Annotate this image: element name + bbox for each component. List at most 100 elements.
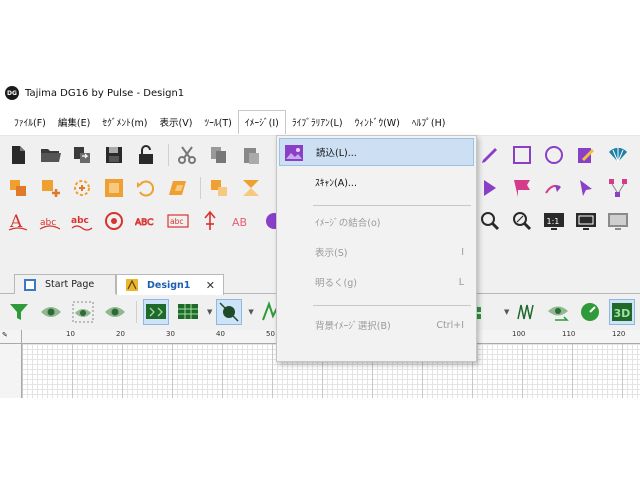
flag-icon[interactable]: [510, 176, 534, 200]
ruler-tick-label: 10: [66, 330, 75, 338]
menu-item-show[interactable]: 表示(S) I: [279, 238, 474, 266]
text-a-icon[interactable]: A: [6, 209, 30, 233]
select-icon[interactable]: [102, 176, 126, 200]
chevron-down-icon[interactable]: ▼: [504, 308, 509, 316]
new-file-icon[interactable]: [6, 143, 30, 167]
speed-icon[interactable]: [577, 299, 603, 325]
svg-text:3D: 3D: [614, 307, 631, 320]
ruler-tick-label: 40: [216, 330, 225, 338]
start-page-icon: [24, 278, 36, 291]
chevron-down-icon[interactable]: ▼: [207, 308, 212, 316]
add-icon[interactable]: [38, 176, 62, 200]
circle-icon[interactable]: [542, 143, 566, 167]
zoom-in-icon[interactable]: [478, 209, 502, 233]
design-icon: [126, 279, 138, 291]
menu-separator: [313, 305, 471, 306]
menu-image[interactable]: ｲﾒｰｼﾞ(I): [237, 109, 286, 134]
menu-segment[interactable]: ｾｸﾞﾒﾝﾄ(m): [96, 110, 153, 134]
toolbar-edit-right: [478, 173, 638, 203]
undo-rotate-icon[interactable]: [134, 176, 158, 200]
eye-icon[interactable]: [38, 299, 64, 325]
image-menu-dropdown: 読込(L)... ｽｷｬﾝ(A)... ｲﾒｰｼﾞの結合(o) 表示(S) I …: [276, 135, 477, 362]
tab-start-page[interactable]: Start Page: [14, 274, 116, 294]
fit-window-icon[interactable]: [574, 209, 598, 233]
menu-window[interactable]: ｳｨﾝﾄﾞｳ(W): [349, 110, 406, 134]
text-ab-icon[interactable]: AB: [230, 209, 254, 233]
text-circle-icon[interactable]: [102, 209, 126, 233]
menu-item-load-image[interactable]: 読込(L)...: [279, 138, 474, 166]
chevron-down-icon[interactable]: ▼: [248, 308, 253, 316]
ruler-corner: ✎: [0, 330, 22, 344]
cut-icon[interactable]: [175, 143, 199, 167]
lock-icon[interactable]: [134, 143, 158, 167]
transform-icon[interactable]: [166, 176, 190, 200]
stitch-icon[interactable]: [6, 176, 30, 200]
edit-icon[interactable]: [574, 143, 598, 167]
menu-item-brighten[interactable]: 明るく(g) L: [279, 268, 474, 296]
ruler-tick-label: 50: [266, 330, 275, 338]
eye-arrow-icon[interactable]: [545, 299, 571, 325]
tab-start-page-label: Start Page: [45, 279, 95, 290]
menu-bar: ﾌｧｲﾙ(F) 編集(E) ｾｸﾞﾒﾝﾄ(m) 表示(V) ﾂｰﾙ(T) ｲﾒｰ…: [0, 108, 640, 136]
open-folder-icon[interactable]: [38, 143, 62, 167]
grid-view-icon[interactable]: [143, 299, 169, 325]
eye-select-icon[interactable]: [70, 299, 96, 325]
arrow-icon[interactable]: [478, 176, 502, 200]
view-3d-icon[interactable]: 3D: [609, 299, 636, 325]
menu-item-shortcut: L: [458, 276, 464, 288]
menu-item-label: 明るく(g): [315, 278, 357, 289]
paste-icon[interactable]: [239, 143, 263, 167]
toolbar-standard-right: [478, 140, 638, 170]
monitor-icon[interactable]: [606, 209, 630, 233]
import-icon[interactable]: [70, 143, 94, 167]
menu-item-scan[interactable]: ｽｷｬﾝ(A)...: [279, 168, 474, 196]
copy-icon[interactable]: [207, 143, 231, 167]
table-view-icon[interactable]: [175, 299, 201, 325]
group-icon[interactable]: [207, 176, 231, 200]
close-icon[interactable]: ✕: [206, 279, 215, 292]
text-vertical-icon[interactable]: [198, 209, 222, 233]
menu-item-label: 背景ｲﾒｰｼﾞ選択(B): [315, 321, 391, 332]
menu-item-label: 読込(L)...: [316, 148, 357, 159]
eye-show-icon[interactable]: [102, 299, 128, 325]
svg-text:abc: abc: [170, 217, 183, 226]
toolbar-separator: [168, 144, 169, 166]
tab-design1[interactable]: Design1 ✕: [116, 274, 224, 295]
pen-icon[interactable]: [478, 143, 502, 167]
ruler-tick-label: 20: [116, 330, 125, 338]
menu-item-shortcut: Ctrl+I: [436, 319, 464, 331]
svg-text:1:1: 1:1: [547, 217, 560, 226]
menu-item-merge-images[interactable]: ｲﾒｰｼﾞの結合(o): [279, 208, 474, 236]
app-window: DG Tajima DG16 by Pulse - Design1 ﾌｧｲﾙ(F…: [0, 78, 640, 398]
cursor-icon[interactable]: [574, 176, 598, 200]
menu-file[interactable]: ﾌｧｲﾙ(F): [8, 110, 52, 134]
text-abc-box-icon[interactable]: abc: [166, 209, 190, 233]
square-icon[interactable]: [510, 143, 534, 167]
needle-icon[interactable]: [216, 299, 243, 325]
app-logo-icon: DG: [5, 86, 19, 100]
menu-library[interactable]: ﾗｲﾌﾞﾗﾘｱﾝ(L): [286, 110, 349, 134]
split-icon[interactable]: [239, 176, 263, 200]
menu-item-background-image[interactable]: 背景ｲﾒｰｼﾞ選択(B) Ctrl+I: [279, 311, 474, 339]
text-abc-outline-icon[interactable]: ABC: [134, 209, 158, 233]
stitch-pattern-icon[interactable]: [513, 299, 539, 325]
zoom-percent-icon[interactable]: [510, 209, 534, 233]
menu-view[interactable]: 表示(V): [153, 110, 198, 134]
save-icon[interactable]: [102, 143, 126, 167]
curve-arrow-icon[interactable]: [542, 176, 566, 200]
fan-icon[interactable]: [606, 143, 630, 167]
menu-edit[interactable]: 編集(E): [52, 110, 96, 134]
rotate-icon[interactable]: [70, 176, 94, 200]
text-abc-wave-icon[interactable]: abc: [70, 209, 94, 233]
menu-separator: [313, 205, 471, 206]
ruler-tick-label: 30: [166, 330, 175, 338]
filter-icon[interactable]: [6, 299, 32, 325]
menu-help[interactable]: ﾍﾙﾌﾟ(H): [406, 110, 452, 134]
menu-item-label: ｲﾒｰｼﾞの結合(o): [315, 218, 381, 229]
nodes-icon[interactable]: [606, 176, 630, 200]
ruler-tick-label: 110: [562, 330, 576, 338]
text-abc-arc-icon[interactable]: abc: [38, 209, 62, 233]
menu-tools[interactable]: ﾂｰﾙ(T): [198, 110, 237, 134]
zoom-1to1-icon[interactable]: 1:1: [542, 209, 566, 233]
svg-text:AB: AB: [232, 216, 247, 229]
